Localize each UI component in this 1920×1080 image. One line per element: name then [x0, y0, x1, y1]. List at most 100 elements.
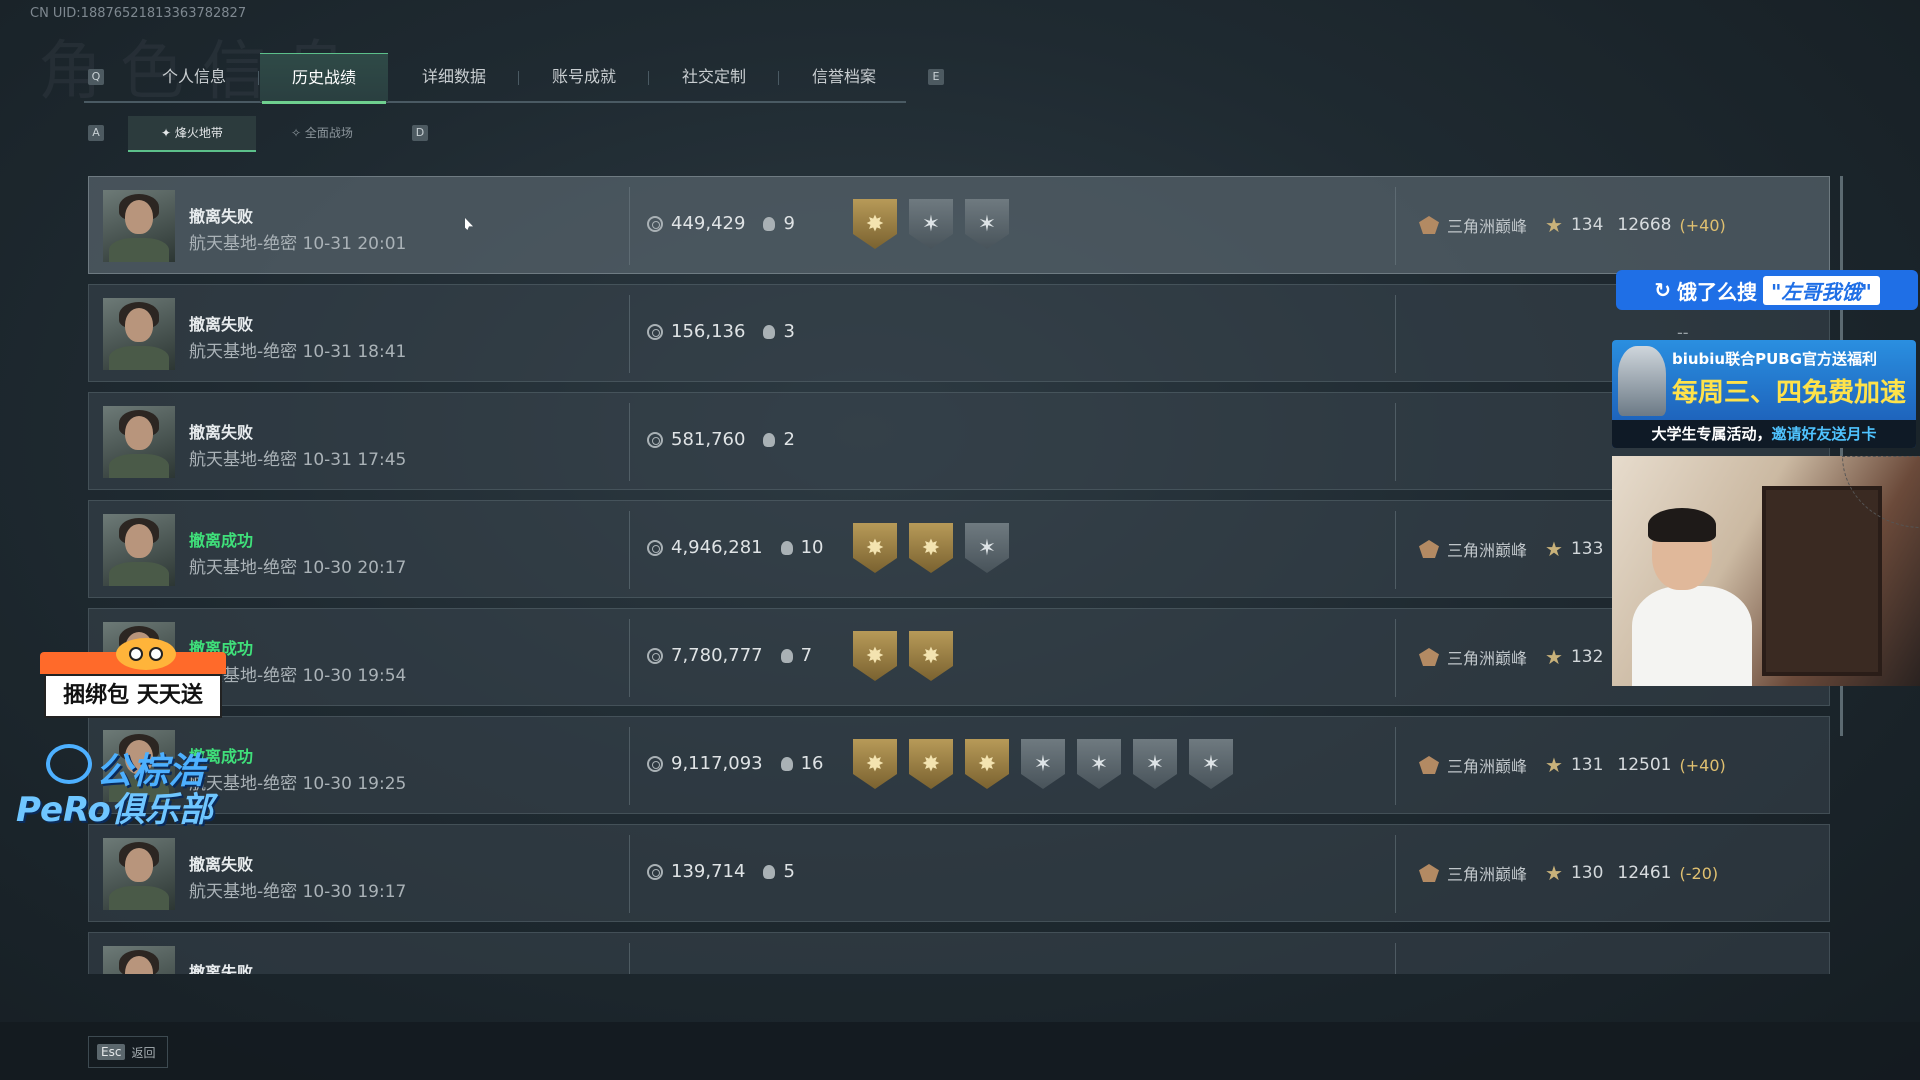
tab-detailed-data[interactable]: 详细数据 [390, 53, 518, 101]
medal-list: ✸ ✸ ✸ ✶ ✶ ✶ ✶ [853, 739, 1233, 789]
column-divider [629, 835, 630, 913]
mascot-icon [116, 638, 176, 670]
tab-divider [648, 71, 649, 85]
medal-icon[interactable]: ✸ [853, 523, 897, 573]
tab-divider [778, 71, 779, 85]
pubg-ad-banner: biubiu联合PUBG官方送福利 每周三、四免费加速 大学生专属活动，邀请好友… [1612, 340, 1916, 448]
medal-icon[interactable]: ✶ [1133, 739, 1177, 789]
back-label: 返回 [131, 1045, 156, 1060]
streamer [1632, 506, 1752, 686]
match-row[interactable]: 撤离成功 航天基地-绝密 10-30 19:54 7,780,777 7 ✸ ✸ 三角洲巅峰… [88, 608, 1830, 706]
medal-icon[interactable]: ✶ [965, 199, 1009, 249]
map-and-time: 航天基地-绝密 10-31 20:01 [189, 234, 407, 254]
column-divider [1395, 835, 1396, 913]
search-ad-banner: ↻ 饿了么搜 "左哥我饿" [1616, 270, 1918, 310]
medal-icon[interactable]: ✶ [1189, 739, 1233, 789]
tab-match-history[interactable]: 历史战绩 [260, 53, 388, 104]
skull-icon [780, 540, 793, 555]
loot-value: 7,780,777 7 [647, 645, 812, 666]
match-row[interactable]: 撤离失败 航天基地-绝密 10-30 19:17 139,714 5 三角洲巅峰 ★ 130… [88, 824, 1830, 922]
warfare-icon: ✧ [291, 126, 305, 140]
loot-value: 449,429 9 [647, 213, 795, 234]
medal-icon[interactable]: ✸ [853, 631, 897, 681]
star-icon: ★ [1545, 537, 1563, 561]
medal-icon[interactable]: ✶ [965, 523, 1009, 573]
operator-avatar [103, 298, 175, 370]
match-row[interactable]: 撤离成功 航天基地-绝密 10-30 19:25 9,117,093 16 ✸ ✸ ✸ ✶ ✶ ✶… [88, 716, 1830, 814]
extraction-status: 撤离失败 [189, 963, 254, 974]
key-hint-d: D [412, 125, 428, 141]
medal-icon[interactable]: ✸ [853, 739, 897, 789]
skull-icon [780, 756, 793, 771]
match-row[interactable]: 撤离成功 航天基地-绝密 10-30 20:17 4,946,281 10 ✸ ✸ ✶ 三角洲… [88, 500, 1830, 598]
medal-icon[interactable]: ✸ [909, 739, 953, 789]
rank-badge-icon [1419, 756, 1439, 774]
rank-info: 三角洲巅峰 ★ 131 12501 (+40) [1419, 753, 1726, 777]
column-divider [629, 403, 630, 481]
column-divider [1395, 619, 1396, 697]
skull-icon [763, 324, 776, 339]
tab-reputation[interactable]: 信誉档案 [780, 53, 908, 101]
extraction-status: 撤离失败 [189, 855, 254, 874]
rank-info: 三角洲巅峰 ★ 132 [1419, 645, 1625, 669]
coin-icon [647, 539, 663, 556]
tab-mode-operations[interactable]: ✦ 烽火地带 [128, 116, 256, 152]
medal-icon[interactable]: ✸ [909, 523, 953, 573]
key-hint-a: A [88, 125, 104, 141]
medal-icon[interactable]: ✶ [909, 199, 953, 249]
column-divider [629, 727, 630, 805]
shelf [1762, 486, 1882, 676]
operator-avatar [103, 838, 175, 910]
rank-info: 三角洲巅峰 ★ 133 [1419, 537, 1625, 561]
skull-icon [780, 648, 793, 663]
footer-bar [0, 1022, 1920, 1080]
tab-social[interactable]: 社交定制 [650, 53, 778, 101]
medal-icon[interactable]: ✶ [1021, 739, 1065, 789]
operator-avatar [103, 190, 175, 262]
rank-badge-icon [1419, 216, 1439, 234]
match-row[interactable]: 撤离失败 航天基地-绝密 10-31 18:41 156,136 3 -- [88, 284, 1830, 382]
esc-key: Esc [97, 1044, 126, 1060]
tab-personal-info[interactable]: 个人信息 [130, 53, 258, 101]
medal-icon[interactable]: ✸ [909, 631, 953, 681]
medal-icon[interactable]: ✸ [853, 199, 897, 249]
star-icon: ★ [1545, 861, 1563, 885]
rank-badge-icon [1419, 648, 1439, 666]
loot-value: 9,117,093 16 [647, 753, 824, 774]
skull-icon [763, 216, 776, 231]
main-tabs: Q 个人信息 历史战绩 详细数据 账号成就 社交定制 信誉档案 E [84, 53, 944, 104]
match-row[interactable]: 撤离失败 航天基地-绝密 10-31 20:01 449,429 9 ✸ ✶ ✶ 三角洲巅峰 ★… [88, 176, 1830, 274]
extraction-status: 撤离成功 [189, 531, 254, 550]
medal-icon[interactable]: ✸ [965, 739, 1009, 789]
coin-icon [647, 215, 663, 232]
back-button[interactable]: Esc 返回 [88, 1036, 168, 1068]
match-row[interactable]: 撤离失败航天基地-绝密 10-31 17:45581,7602-- [88, 392, 1830, 490]
bundle-ad-sticker: 捆绑包 天天送 [40, 638, 226, 722]
operator-avatar [103, 514, 175, 586]
refresh-icon: ↻ [1654, 278, 1671, 302]
operator-avatar [103, 946, 175, 974]
tab-mode-warfare[interactable]: ✧ 全面战场 [258, 116, 386, 150]
map-and-time: 航天基地-绝密 10-31 18:41 [189, 342, 407, 362]
column-divider [1395, 727, 1396, 805]
soldier-figure [1618, 346, 1666, 416]
tab-achievements[interactable]: 账号成就 [520, 53, 648, 101]
star-icon: ★ [1545, 213, 1563, 237]
map-and-time: 航天基地-绝密 10-31 17:45 [189, 450, 407, 470]
coin-icon [647, 755, 663, 772]
column-divider [629, 619, 630, 697]
column-divider [1395, 187, 1396, 265]
medal-icon[interactable]: ✶ [1077, 739, 1121, 789]
loot-value: 156,136 3 [647, 321, 795, 342]
column-divider [1395, 403, 1396, 481]
medal-list: ✸ ✸ [853, 631, 953, 681]
coin-icon [647, 431, 663, 448]
column-divider [629, 943, 630, 974]
column-divider [1395, 943, 1396, 974]
uid-label: CN UID:18876521813363782827 [30, 6, 247, 21]
column-divider [629, 511, 630, 589]
rank-info: 三角洲巅峰 ★ 134 12668 (+40) [1419, 213, 1726, 237]
match-row[interactable]: 撤离失败 [88, 932, 1830, 974]
column-divider [629, 187, 630, 265]
medal-list: ✸ ✶ ✶ [853, 199, 1009, 249]
